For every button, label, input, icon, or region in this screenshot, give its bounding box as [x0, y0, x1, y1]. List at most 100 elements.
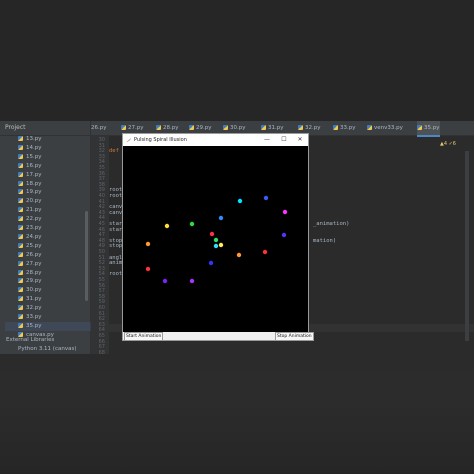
project-file-label: 24.py — [26, 233, 42, 240]
python-file-icon — [18, 251, 23, 257]
feather-icon — [126, 138, 131, 143]
project-file-label: 14.py — [26, 144, 42, 151]
spiral-dot — [213, 243, 219, 249]
editor-tab-label: 31.py — [268, 125, 284, 131]
project-file-item[interactable]: 16.py — [18, 162, 42, 171]
spiral-dot — [262, 249, 268, 255]
project-file-label: 27.py — [26, 260, 42, 267]
editor-tab-label: 29.py — [196, 125, 212, 131]
spiral-dots — [145, 195, 288, 284]
python-file-icon — [18, 233, 23, 239]
animation-canvas[interactable] — [123, 146, 308, 332]
python-file-icon — [18, 198, 23, 204]
editor-tab-label: 28.py — [163, 125, 179, 131]
project-file-item[interactable]: 19.py — [18, 188, 42, 197]
project-file-label: 25.py — [26, 242, 42, 249]
python-file-icon — [18, 216, 23, 222]
project-file-item[interactable]: 15.py — [18, 153, 42, 162]
stop-animation-button[interactable]: Stop Animation — [275, 332, 314, 341]
spiral-dot — [237, 198, 243, 204]
project-file-item[interactable]: 31.py — [18, 295, 42, 304]
python-file-icon — [18, 171, 23, 177]
project-file-label: 15.py — [26, 153, 42, 160]
spiral-dot — [189, 221, 195, 227]
project-file-item[interactable]: 14.py — [18, 144, 42, 153]
project-file-item[interactable]: 20.py — [18, 197, 42, 206]
python-file-icon — [156, 125, 161, 130]
editor-tab-label: venv33.py — [374, 125, 403, 131]
start-animation-button[interactable]: Start Animation — [124, 332, 164, 341]
project-panel: Project 13.py 14.py 15.py 16.py 17.py 18.py 19… — [0, 121, 95, 354]
python-file-icon — [18, 162, 23, 168]
python-file-icon — [18, 314, 23, 319]
project-file-label: 21.py — [26, 207, 42, 214]
project-file-item[interactable]: 32.py — [18, 304, 42, 313]
project-file-label: 13.py — [26, 136, 42, 142]
project-scrollbar[interactable] — [85, 211, 88, 301]
python-file-icon — [417, 125, 422, 130]
python-file-icon — [18, 242, 23, 248]
project-file-item[interactable]: 35.py — [5, 321, 95, 331]
python-file-icon — [333, 125, 338, 130]
project-file-item[interactable]: 18.py — [18, 180, 42, 189]
project-file-label: 30.py — [26, 287, 42, 294]
project-file-label: 22.py — [26, 216, 42, 223]
project-file-item[interactable]: 21.py — [18, 206, 42, 215]
python-file-icon — [18, 207, 23, 213]
editor-tab-label: 30.py — [230, 125, 246, 131]
project-file-item[interactable]: 25.py — [18, 242, 42, 251]
project-file-item[interactable]: 17.py — [18, 171, 42, 180]
project-file-item[interactable]: 28.py — [18, 269, 42, 278]
project-file-item[interactable]: 13.py — [18, 135, 42, 144]
spiral-dot — [281, 232, 287, 238]
project-file-item[interactable]: 26.py — [18, 251, 42, 260]
spiral-dot — [209, 231, 215, 237]
project-file-item[interactable]: 29.py — [18, 277, 42, 286]
editor-tab[interactable]: 26.py — [91, 121, 107, 135]
close-button[interactable]: ✕ — [294, 134, 306, 146]
python-file-icon — [18, 322, 23, 328]
editor-tab[interactable]: 35.py — [417, 121, 440, 137]
python-file-icon — [18, 136, 23, 141]
background-top — [0, 0, 474, 121]
code-line: mation) — [313, 237, 337, 244]
python-file-icon — [261, 125, 266, 130]
project-file-label: 29.py — [26, 278, 42, 285]
project-file-label: 17.py — [26, 171, 42, 178]
project-file-item[interactable]: 33.py — [18, 313, 42, 322]
project-file-item[interactable]: 27.py — [18, 260, 42, 269]
python-file-icon — [18, 180, 23, 186]
editor-tab-label: 33.py — [340, 125, 356, 131]
python-sdk-item[interactable]: Python 3.11 (canvas) — [18, 346, 76, 352]
editor-tab-label: 35.py — [424, 125, 440, 131]
tk-titlebar[interactable]: Pulsing Spiral Illusion — ☐ ✕ — [123, 134, 308, 146]
spiral-dot — [145, 266, 151, 272]
project-panel-header[interactable]: Project — [0, 121, 90, 136]
code-line: root — [109, 193, 123, 199]
spiral-dot — [162, 278, 168, 284]
editor-tab-label: 27.py — [128, 125, 144, 131]
project-file-label: 35.py — [26, 322, 42, 329]
maximize-button[interactable]: ☐ — [278, 134, 290, 146]
minimize-button[interactable]: — — [261, 134, 273, 146]
python-file-icon — [18, 287, 23, 293]
spiral-dot — [263, 195, 269, 201]
project-file-label: 33.py — [26, 314, 42, 320]
external-libraries-item[interactable]: External Libraries — [6, 337, 54, 343]
project-file-item[interactable]: 24.py — [18, 233, 42, 242]
project-file-label: 23.py — [26, 225, 42, 231]
python-file-icon — [18, 144, 23, 150]
project-file-item[interactable]: 23.py — [18, 224, 42, 233]
project-file-item[interactable]: 30.py — [18, 286, 42, 295]
editor-tab[interactable]: 33.py — [333, 121, 356, 135]
editor-tab[interactable]: venv33.py — [367, 121, 403, 135]
project-file-label: 32.py — [26, 305, 42, 312]
editor-scrollbar[interactable] — [465, 151, 469, 341]
project-file-label: 20.py — [26, 198, 42, 205]
inspection-indicator[interactable]: ▲4 ✓6 — [440, 141, 456, 147]
python-file-icon — [18, 305, 23, 311]
spiral-dot — [236, 252, 242, 258]
project-file-item[interactable]: 22.py — [18, 215, 42, 224]
project-file-label: 31.py — [26, 296, 42, 303]
spiral-dot — [208, 260, 214, 266]
